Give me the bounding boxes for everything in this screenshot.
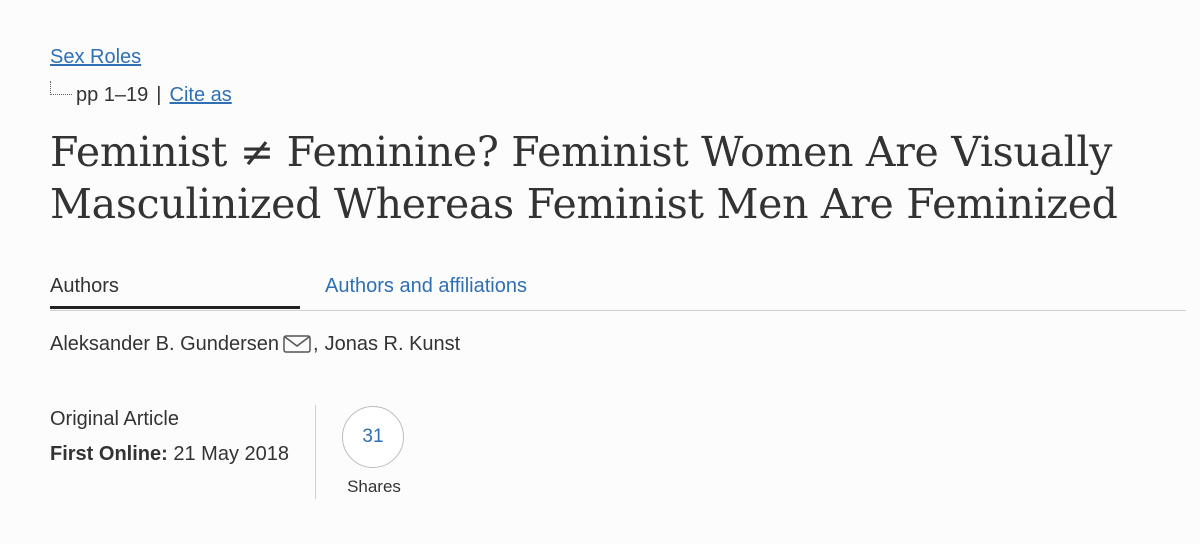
page-title: Feminist ≠ Feminine? Feminist Women Are … [50,128,1118,228]
first-online-date: 21 May 2018 [173,443,289,465]
authors-list: Aleksander B. Gundersen , Jonas R. Kunst [50,334,460,354]
metrics-divider [315,405,316,499]
author-tabs: Authors Authors and affiliations [50,270,1186,311]
first-online-label: First Online: [50,443,168,465]
journal-link[interactable]: Sex Roles [50,47,141,67]
shares-count-badge[interactable]: 31 [342,406,404,468]
cite-as-link[interactable]: Cite as [170,85,232,105]
author-name-1[interactable]: Aleksander B. Gundersen [50,334,279,354]
citation-separator: | [156,84,162,106]
tab-authors[interactable]: Authors [50,276,119,296]
envelope-icon[interactable] [283,334,311,354]
dotted-connector [50,81,72,95]
first-online: First Online: 21 May 2018 [50,444,289,464]
citation-row: pp 1–19 | Cite as [50,81,232,105]
tab-authors-and-affiliations[interactable]: Authors and affiliations [325,276,527,296]
author-separator: , [313,333,319,355]
article-type: Original Article [50,408,179,430]
active-tab-indicator [50,306,300,309]
shares-count: 31 [362,426,384,447]
page-range: pp 1–19 [76,84,149,106]
author-name-2[interactable]: Jonas R. Kunst [325,334,461,354]
shares-label: Shares [347,477,401,496]
